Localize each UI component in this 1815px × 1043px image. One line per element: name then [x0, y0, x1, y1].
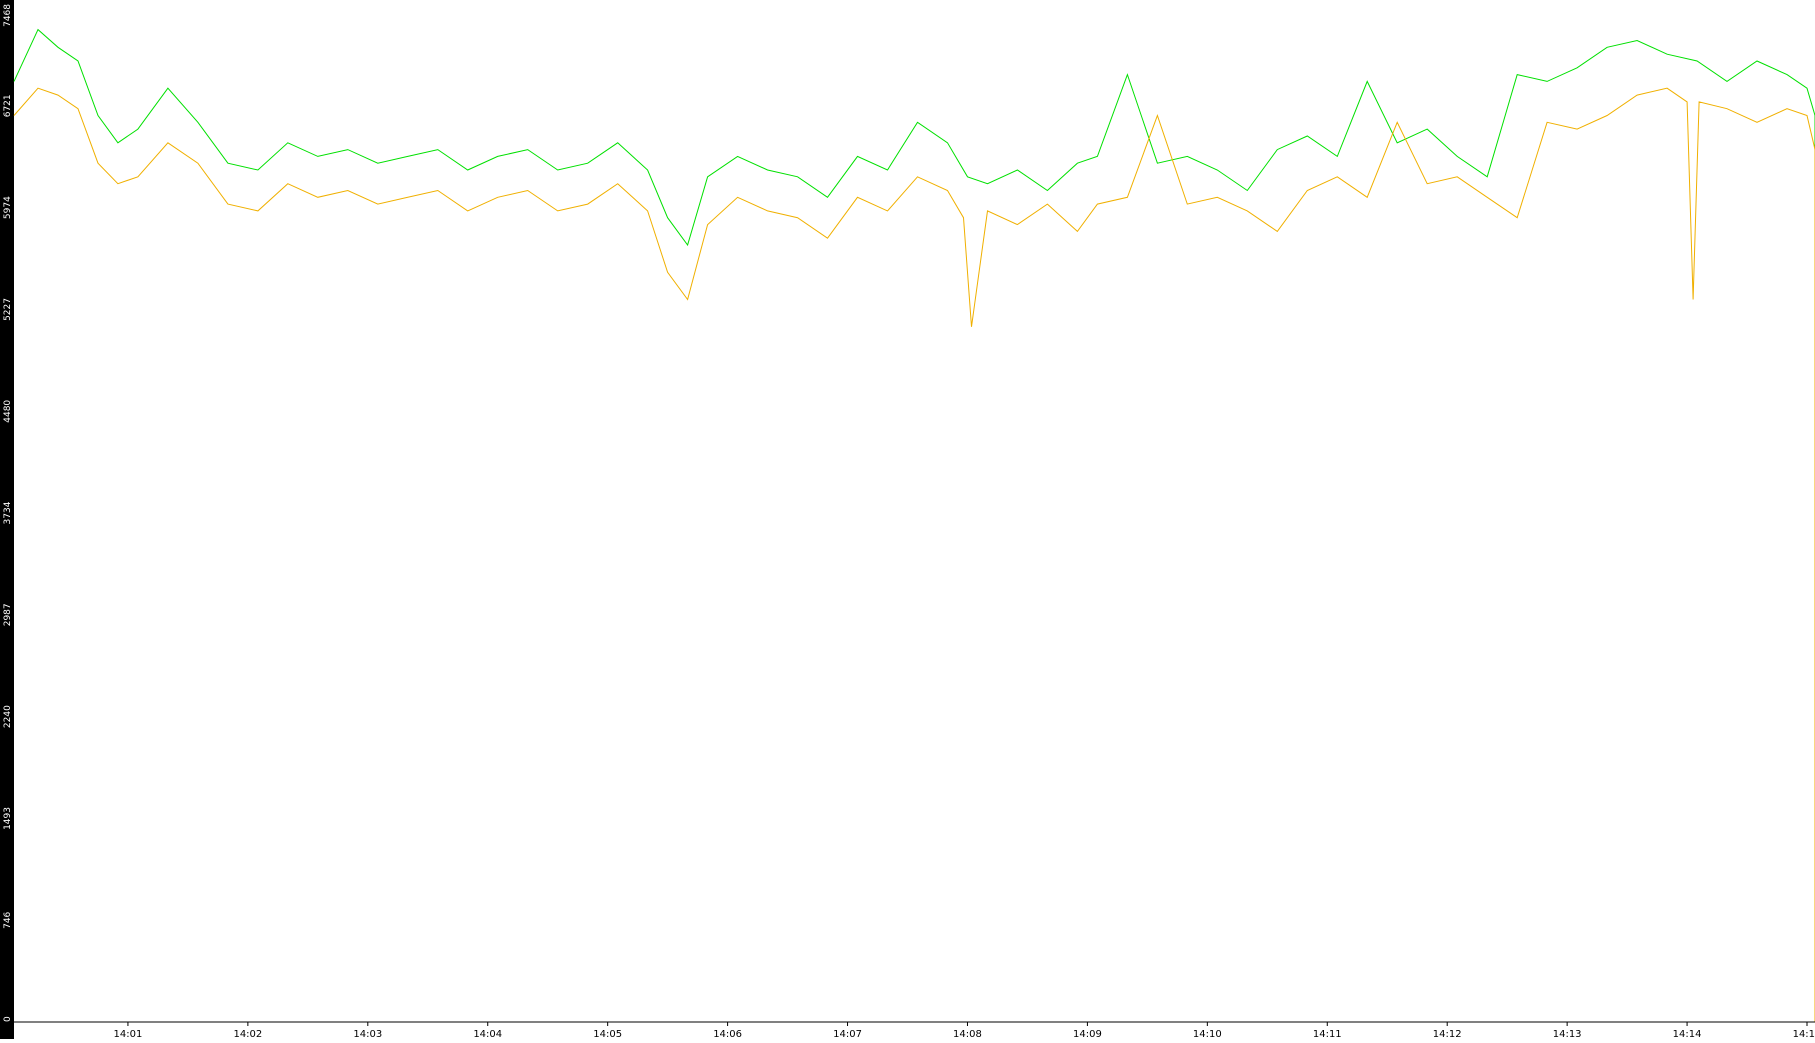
y-tick-label: 7468 — [3, 4, 13, 27]
line-chart: 14:01 14:02 14:03 14:04 14:05 14:06 14:07 14:08… — [0, 0, 1815, 1040]
chart: 14:01 14:02 14:03 14:04 14:05 14:06 14:07 14:08… — [0, 0, 1815, 1040]
y-tick-label: 5974 — [3, 196, 13, 219]
y-tick-label: 2240 — [3, 705, 13, 728]
x-tick-label: 14:05 — [593, 1029, 622, 1039]
x-tick-label: 14:03 — [353, 1029, 382, 1039]
x-tick-label: 14:13 — [1553, 1029, 1582, 1039]
x-tick-label: 14:04 — [473, 1029, 502, 1039]
x-tick-label: 14:09 — [1073, 1029, 1102, 1039]
x-tick-label: 14:15 — [1793, 1029, 1815, 1039]
x-tick-label: 14:11 — [1313, 1029, 1342, 1039]
y-tick-label: 3734 — [3, 501, 13, 524]
y-tick-label: 2987 — [3, 603, 13, 626]
y-tick-label: 746 — [3, 911, 13, 928]
y-tick-label: 1493 — [3, 807, 13, 830]
y-tick-label: 6721 — [3, 94, 13, 117]
x-tick-label: 14:10 — [1193, 1029, 1222, 1039]
x-tick-label: 14:14 — [1673, 1029, 1702, 1039]
y-tick-label: 4480 — [3, 400, 13, 423]
x-tick-label: 14:02 — [233, 1029, 262, 1039]
y-tick-label: 0 — [3, 1016, 13, 1022]
x-tick-label: 14:06 — [713, 1029, 742, 1039]
x-tick-label: 14:08 — [953, 1029, 982, 1039]
x-tick-label: 14:07 — [833, 1029, 862, 1039]
plot-background — [0, 0, 1815, 1039]
y-tick-label: 5227 — [3, 298, 13, 321]
x-tick-label: 14:12 — [1433, 1029, 1462, 1039]
x-tick-label: 14:01 — [114, 1029, 143, 1039]
